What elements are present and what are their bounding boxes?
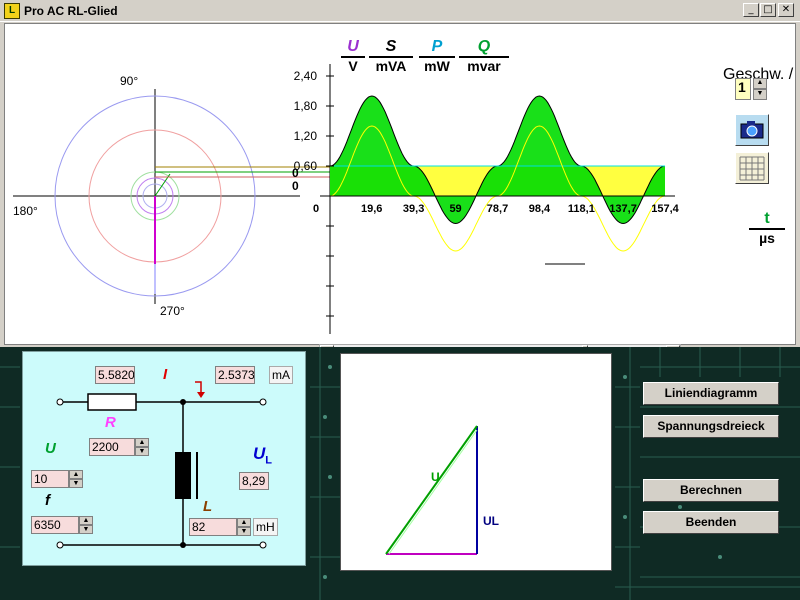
inductance-down-button[interactable]: ▼ [237,527,251,536]
app-window: L Pro AC RL-Glied _ □ ✕ 2,40 1,80 1,20 0… [0,0,800,600]
current-reading-field[interactable]: 2.5373 [215,366,255,384]
y-tick-label: 1,20 [294,129,318,143]
resistor-down-button[interactable]: ▼ [135,447,149,456]
triangle-ul-label: UL [483,514,499,528]
x-tick-label: 59 [449,203,461,215]
phasor-label-90: 90° [120,74,139,88]
speed-field[interactable]: 1 [735,78,751,100]
voltage-down-button[interactable]: ▼ [69,479,83,488]
phasor-diagram [13,89,330,304]
camera-button[interactable] [735,114,769,146]
camera-icon [740,121,764,139]
liniendiagramm-button[interactable]: Liniendiagramm [643,382,779,405]
x-tick-label: 137,7 [609,203,637,215]
inductance-up-button[interactable]: ▲ [237,518,251,527]
voltage-up-button[interactable]: ▲ [69,470,83,479]
phasor-label-180: 180° [13,204,38,218]
time-axis-label: t µs [749,210,785,246]
y-tick-label: 1,80 [294,99,318,113]
resistor-symbol: R [105,414,116,431]
triangle-u-line [385,425,478,555]
zero-label-b: 0 [292,179,299,193]
x-tick-label: 39,3 [403,203,424,215]
graph-panel: 2,40 1,80 1,20 0,60 0 19,6 39,3 59 78,7 98,4 118,1… [4,23,796,360]
line-chart: 2,401,801,200,600 19,6 39,3 59 78,7 98,4 118,1… [294,64,680,334]
x-tick-label: 157,4 [651,203,679,215]
x-tick-label: 118,1 [568,203,595,215]
x-tick-label: 0 [313,203,319,215]
phasor-label-270: 270° [160,304,185,318]
y-tick-label: 2,40 [294,69,318,83]
header-s: S mVA [369,38,413,74]
frequency-symbol: f [45,492,50,509]
window-title: Pro AC RL-Glied [24,4,118,18]
inductance-symbol: L [203,498,213,515]
x-tick-label: 98,4 [529,203,551,215]
voltage-triangle [385,425,478,555]
resistor-up-button[interactable]: ▲ [135,438,149,447]
current-symbol: I [163,366,168,383]
inductance-unit: mH [253,518,278,536]
voltage-symbol: U [45,440,56,457]
triangle-u-label: U [431,470,440,484]
beenden-button[interactable]: Beenden [643,511,779,534]
bottom-panel: 5.5820 I 2.5373 mA R 2200 ▲ ▼ U 10 ▲ ▼ f… [0,347,800,600]
voltage-triangle-panel: U UL [340,353,612,571]
grid-icon [739,156,765,181]
maximize-button[interactable]: □ [760,3,776,17]
x-tick-label: 78,7 [487,203,508,215]
grid-button[interactable] [735,152,769,184]
minimize-button[interactable]: _ [743,3,759,17]
frequency-field[interactable]: 6350 [31,516,79,534]
berechnen-button[interactable]: Berechnen [643,479,779,502]
app-icon: L [4,3,20,19]
spannungsdreieck-button[interactable]: Spannungsdreieck [643,415,779,438]
speed-down-button[interactable]: ▼ [753,89,767,100]
voltage-field[interactable]: 10 [31,470,69,488]
close-button[interactable]: ✕ [778,3,794,17]
header-p: P mW [419,38,455,74]
resistor-field[interactable]: 2200 [89,438,135,456]
circuit-panel: 5.5820 I 2.5373 mA R 2200 ▲ ▼ U 10 ▲ ▼ f… [22,351,306,566]
inductor-voltage-field[interactable]: 8,29 [239,472,269,490]
inductor-voltage-symbol: UL [253,444,273,467]
frequency-up-button[interactable]: ▲ [79,516,93,525]
zero-label-a: 0 [292,166,299,180]
current-unit: mA [269,366,293,384]
title-bar: L Pro AC RL-Glied _ □ ✕ [0,0,800,22]
frequency-down-button[interactable]: ▼ [79,525,93,534]
x-tick-label: 19,6 [361,203,382,215]
speed-up-button[interactable]: ▲ [753,78,767,89]
inductance-field[interactable]: 82 [189,518,237,536]
header-q: Q mvar [459,38,509,74]
current-value-field[interactable]: 5.5820 [95,366,135,384]
header-u: U V [341,38,365,74]
